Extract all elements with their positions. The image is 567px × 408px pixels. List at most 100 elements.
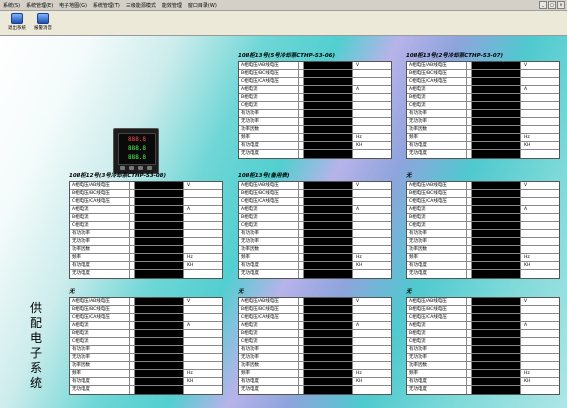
value-display <box>304 134 352 141</box>
value-display <box>304 370 352 377</box>
panel-row: 无功功率 <box>407 354 559 362</box>
value-display <box>304 230 352 237</box>
row-label: A相电压/AB线电压 <box>70 182 130 189</box>
menu-item[interactable]: 能效管理 <box>159 2 185 9</box>
menu-item[interactable]: 系统(S) <box>0 2 23 9</box>
panel-row: 无功电度 <box>239 150 391 158</box>
row-label: A相电流 <box>239 322 299 329</box>
row-label: A相电流 <box>407 206 467 213</box>
value-display <box>472 222 520 229</box>
unit-label <box>520 198 559 205</box>
unit-label <box>352 110 391 117</box>
unit-label <box>183 246 222 253</box>
row-label: C相电流 <box>407 102 467 109</box>
value-display <box>304 102 352 109</box>
menu-item[interactable]: 系统管理(E) <box>23 2 56 9</box>
unit-label: V <box>520 62 559 69</box>
value-display <box>472 306 520 313</box>
panel-row: 频率 Hz <box>407 370 559 378</box>
value-display <box>304 330 352 337</box>
row-label: C相电流 <box>239 338 299 345</box>
panel-grid: A相电压/AB线电压 V B相电压/BC线电压 C相电压/CA线电压 A相电流 A B相电流… <box>406 181 560 279</box>
unit-label: Hz <box>352 134 391 141</box>
toolbar-button-alarm-mute[interactable]: 报警消音 <box>28 13 58 31</box>
unit-label: A <box>520 206 559 213</box>
menu-item[interactable]: 电子地图(G) <box>56 2 90 9</box>
unit-label <box>520 354 559 361</box>
unit-label <box>352 306 391 313</box>
panel-row: A相电流 A <box>407 206 559 214</box>
menu-item[interactable]: 系统管理(T) <box>90 2 123 9</box>
row-label: C相电流 <box>407 338 467 345</box>
panel-row: A相电流 A <box>239 322 391 330</box>
value-display <box>135 386 183 394</box>
panel-row: A相电压/AB线电压 V <box>239 62 391 70</box>
unit-label <box>520 230 559 237</box>
value-display <box>304 182 352 189</box>
unit-label: A <box>352 322 391 329</box>
row-label: B相电流 <box>239 94 299 101</box>
panel-row: B相电流 <box>407 330 559 338</box>
unit-label <box>352 246 391 253</box>
unit-label <box>352 222 391 229</box>
row-label: 频率 <box>70 370 130 377</box>
panel-row: B相电压/BC线电压 <box>70 306 222 314</box>
unit-label <box>520 78 559 85</box>
panel-row: 功率因数 <box>239 362 391 370</box>
row-label: 频率 <box>239 134 299 141</box>
panel-row: 无功电度 <box>407 270 559 278</box>
panel-title: 无 <box>69 289 75 295</box>
value-display <box>135 306 183 313</box>
panel-row: C相电压/CA线电压 <box>407 198 559 206</box>
value-display <box>135 314 183 321</box>
unit-label <box>520 238 559 245</box>
unit-label <box>352 314 391 321</box>
value-display <box>472 346 520 353</box>
row-label: B相电压/BC线电压 <box>407 306 467 313</box>
close-button[interactable]: × <box>557 1 565 9</box>
row-label: B相电流 <box>239 214 299 221</box>
unit-label <box>520 346 559 353</box>
panel-row: 无功功率 <box>239 354 391 362</box>
menu-bar: 系统(S) 系统管理(E) 电子地图(G) 系统管理(T) 三级能源模式 能效管理 窗口目录… <box>0 0 567 11</box>
value-display <box>472 214 520 221</box>
row-label: B相电压/BC线电压 <box>239 70 299 77</box>
row-label: A相电压/AB线电压 <box>407 62 467 69</box>
power-meter-image: 888.8 888.8 888.8 <box>113 128 159 174</box>
row-label: 无功功率 <box>239 238 299 245</box>
maximize-button[interactable]: □ <box>548 1 556 9</box>
value-display <box>135 190 183 197</box>
value-display <box>304 298 352 305</box>
row-label: A相电压/AB线电压 <box>70 298 130 305</box>
minimize-button[interactable]: _ <box>539 1 547 9</box>
row-label: B相电压/BC线电压 <box>70 190 130 197</box>
row-label: 有功电度 <box>407 378 467 385</box>
value-display <box>472 254 520 261</box>
unit-label <box>183 306 222 313</box>
value-display <box>304 110 352 117</box>
meter-screen: 888.8 888.8 888.8 <box>118 133 156 165</box>
unit-label: Hz <box>520 370 559 377</box>
unit-label: Hz <box>183 254 222 261</box>
panel-row: 无功功率 <box>70 354 222 362</box>
row-label: C相电压/CA线电压 <box>239 314 299 321</box>
meter-key <box>147 166 152 170</box>
menu-item[interactable]: 三级能源模式 <box>123 2 159 9</box>
value-display <box>304 386 352 394</box>
panel-row: B相电压/BC线电压 <box>407 306 559 314</box>
row-label: B相电流 <box>407 94 467 101</box>
meter-key <box>138 166 143 170</box>
meter-panel: 10Ⅱ柜13号(备用表) A相电压/AB线电压 V B相电压/BC线电压 C相电压/CA… <box>238 171 392 279</box>
panel-row: B相电压/BC线电压 <box>407 190 559 198</box>
row-label: C相电压/CA线电压 <box>239 78 299 85</box>
value-display <box>304 142 352 149</box>
value-display <box>304 338 352 345</box>
row-label: 无功电度 <box>70 270 130 278</box>
value-display <box>135 322 183 329</box>
panel-row: B相电压/BC线电压 <box>239 306 391 314</box>
value-display <box>304 150 352 158</box>
unit-label: A <box>520 86 559 93</box>
unit-label <box>520 338 559 345</box>
unit-label: A <box>520 322 559 329</box>
menu-item[interactable]: 窗口目录(W) <box>185 2 220 9</box>
